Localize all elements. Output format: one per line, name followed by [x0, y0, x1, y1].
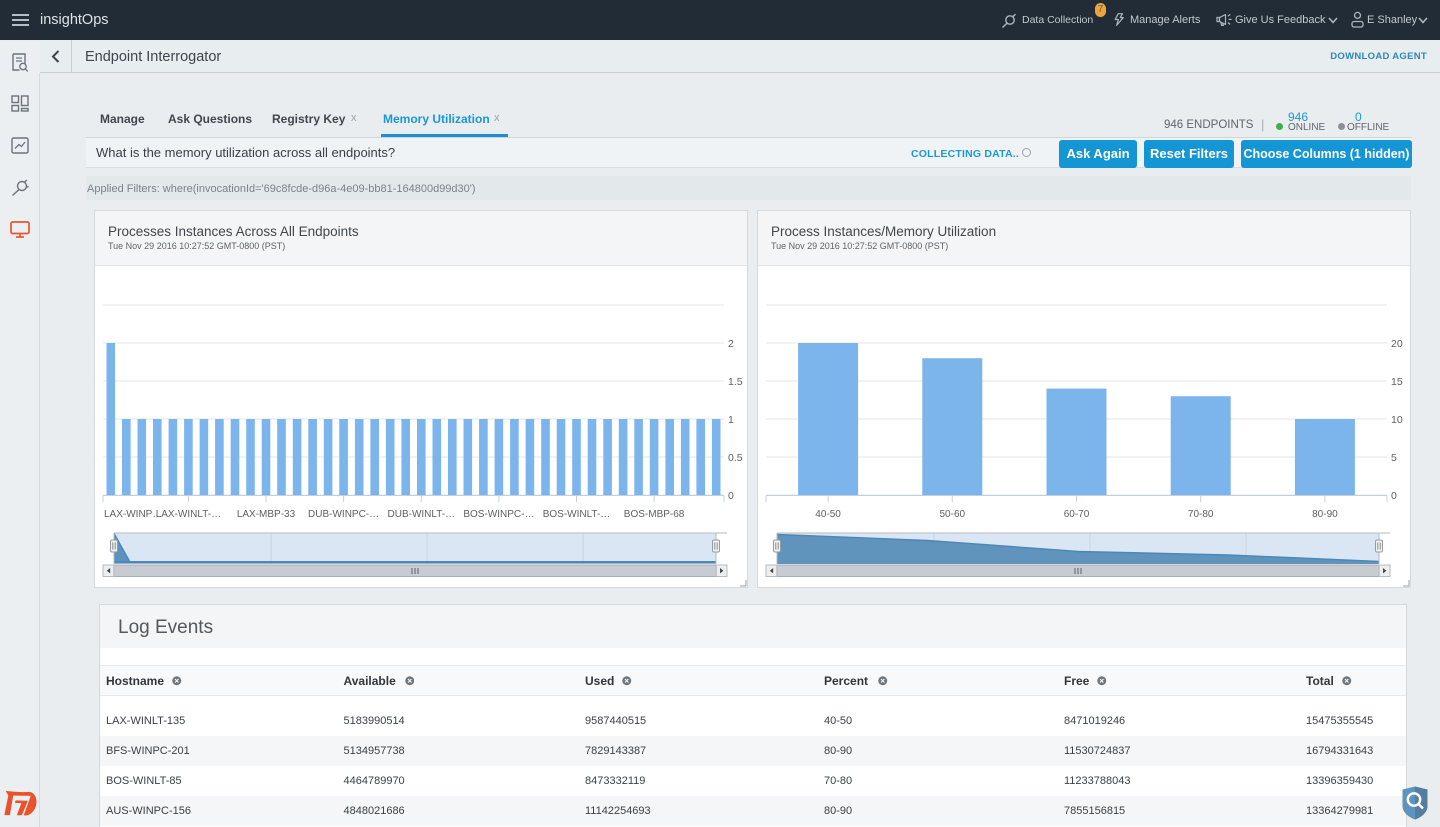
- svg-text:60-70: 60-70: [1064, 509, 1090, 520]
- svg-text:DUB-WINPC-…: DUB-WINPC-…: [308, 509, 379, 520]
- svg-text:BOS-WINPC-…: BOS-WINPC-…: [463, 509, 534, 520]
- svg-text:DUB-WINLT-…: DUB-WINLT-…: [388, 509, 456, 520]
- svg-text:1.5: 1.5: [728, 376, 743, 388]
- svg-text:50-60: 50-60: [940, 509, 966, 520]
- svg-text:2: 2: [728, 338, 734, 350]
- svg-text:0: 0: [1391, 490, 1397, 502]
- svg-text:10: 10: [1391, 414, 1403, 426]
- svg-text:1: 1: [728, 414, 734, 426]
- svg-text:5: 5: [1391, 452, 1397, 464]
- svg-text:LAX-MBP-33: LAX-MBP-33: [237, 509, 296, 520]
- svg-text:0.5: 0.5: [728, 452, 743, 464]
- svg-text:BOS-WINLT-…: BOS-WINLT-…: [543, 509, 611, 520]
- svg-text:70-80: 70-80: [1188, 509, 1214, 520]
- svg-text:15: 15: [1391, 376, 1403, 388]
- svg-text:BOS-MBP-68: BOS-MBP-68: [624, 509, 685, 520]
- svg-text:LAX-WINP…: LAX-WINP…: [104, 509, 162, 520]
- svg-text:LAX-WINLT-…: LAX-WINLT-…: [156, 509, 221, 520]
- svg-text:80-90: 80-90: [1312, 509, 1338, 520]
- svg-text:20: 20: [1391, 338, 1403, 350]
- svg-text:40-50: 40-50: [815, 509, 841, 520]
- svg-text:0: 0: [728, 490, 734, 502]
